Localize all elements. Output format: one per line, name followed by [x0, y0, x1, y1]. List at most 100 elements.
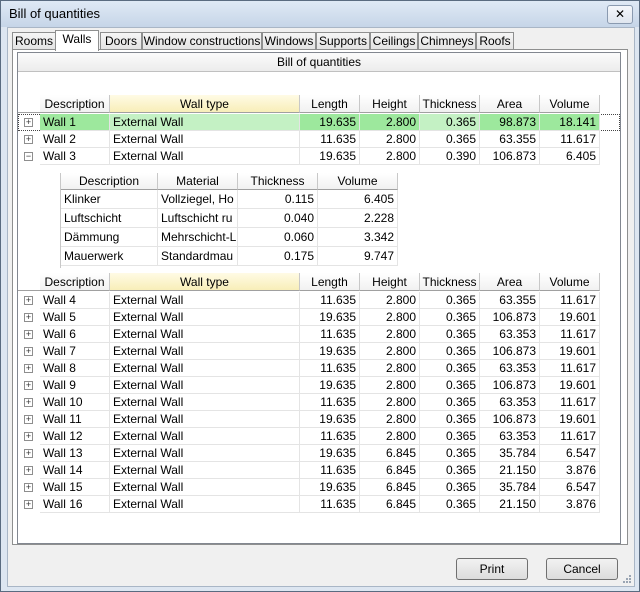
tab-rooms[interactable]: Rooms — [12, 32, 56, 49]
detail-col-volume[interactable]: Volume — [318, 173, 398, 190]
col-wall-type[interactable]: Wall type — [110, 273, 300, 291]
cell-length: 11.635 — [300, 462, 360, 479]
cell-height: 2.800 — [360, 411, 420, 428]
expand-icon[interactable]: + — [24, 364, 33, 373]
expand-icon[interactable]: + — [24, 483, 33, 492]
cell-description: Wall 14 — [40, 462, 110, 479]
table-row[interactable]: + Wall 9 External Wall 19.635 2.800 0.365 106.… — [18, 377, 620, 394]
expand-icon[interactable]: + — [24, 415, 33, 424]
tab-window-constructions[interactable]: Window constructions — [142, 32, 262, 49]
detail-row[interactable]: Luftschicht Luftschicht ru 0.040 2.228 — [61, 209, 401, 228]
cell-description: Wall 12 — [40, 428, 110, 445]
detail-cell-description: Luftschicht — [61, 209, 158, 228]
table-row[interactable]: + Wall 7 External Wall 19.635 2.800 0.365 106.… — [18, 343, 620, 360]
cell-area: 106.873 — [480, 343, 540, 360]
col-thickness[interactable]: Thickness — [420, 95, 480, 113]
dialog-window: Bill of quantities ✕ Rooms Walls Doors W… — [0, 0, 640, 592]
tab-walls[interactable]: Walls — [55, 30, 99, 51]
cell-description: Wall 7 — [40, 343, 110, 360]
cell-wall-type: External Wall — [110, 360, 300, 377]
quantities-grid[interactable]: Bill of quantities Description Wall type… — [17, 52, 621, 544]
cell-description: Wall 9 — [40, 377, 110, 394]
detail-row[interactable]: Mauerwerk Standardmau 0.175 9.747 — [61, 247, 401, 266]
col-description[interactable]: Description — [40, 95, 110, 113]
cell-height: 6.845 — [360, 496, 420, 513]
col-height[interactable]: Height — [360, 95, 420, 113]
table-row[interactable]: + Wall 13 External Wall 19.635 6.845 0.365 35.… — [18, 445, 620, 462]
expand-icon[interactable]: + — [24, 347, 33, 356]
detail-col-description[interactable]: Description — [61, 173, 158, 190]
table-row[interactable]: + Wall 1 External Wall 19.635 2.800 0.365 98.8… — [18, 114, 620, 131]
detail-col-material[interactable]: Material — [158, 173, 238, 190]
tab-windows[interactable]: Windows — [262, 32, 316, 49]
tab-roofs[interactable]: Roofs — [476, 32, 514, 49]
window-title: Bill of quantities — [9, 6, 101, 21]
table-row[interactable]: + Wall 12 External Wall 11.635 2.800 0.365 63.… — [18, 428, 620, 445]
tab-doors[interactable]: Doors — [100, 32, 142, 49]
detail-cell-material: Mehrschicht-L — [158, 228, 238, 247]
expand-icon[interactable]: + — [24, 432, 33, 441]
expand-icon[interactable]: + — [24, 381, 33, 390]
detail-row[interactable]: Klinker Vollziegel, Ho 0.115 6.405 — [61, 190, 401, 209]
cell-area: 21.150 — [480, 496, 540, 513]
expand-icon[interactable]: + — [24, 449, 33, 458]
table-row[interactable]: + Wall 14 External Wall 11.635 6.845 0.365 21.… — [18, 462, 620, 479]
expand-icon[interactable]: + — [24, 135, 33, 144]
col-length[interactable]: Length — [300, 95, 360, 113]
detail-row[interactable]: Dämmung Mehrschicht-L 0.060 3.342 — [61, 228, 401, 247]
cell-height: 2.800 — [360, 114, 420, 131]
table-row[interactable]: + Wall 8 External Wall 11.635 2.800 0.365 63.3… — [18, 360, 620, 377]
resize-grip-icon[interactable] — [622, 574, 632, 584]
tab-supports[interactable]: Supports — [316, 32, 370, 49]
cell-thickness: 0.365 — [420, 131, 480, 148]
detail-grid[interactable]: Description Material Thickness Volume Kl… — [60, 173, 400, 268]
tab-ceilings[interactable]: Ceilings — [370, 32, 418, 49]
col-height[interactable]: Height — [360, 273, 420, 291]
expand-icon[interactable]: + — [24, 466, 33, 475]
col-description[interactable]: Description — [40, 273, 110, 291]
table-row[interactable]: + Wall 15 External Wall 19.635 6.845 0.365 35.… — [18, 479, 620, 496]
table-row[interactable]: + Wall 16 External Wall 11.635 6.845 0.365 21.… — [18, 496, 620, 513]
table-row[interactable]: + Wall 11 External Wall 19.635 2.800 0.365 106… — [18, 411, 620, 428]
expand-icon[interactable]: − — [24, 152, 33, 161]
expand-icon[interactable]: + — [24, 500, 33, 509]
table-row[interactable]: + Wall 5 External Wall 19.635 2.800 0.365 106.… — [18, 309, 620, 326]
expand-icon[interactable]: + — [24, 313, 33, 322]
print-button[interactable]: Print — [456, 558, 528, 580]
expand-icon[interactable]: + — [24, 398, 33, 407]
detail-cell-description: Dämmung — [61, 228, 158, 247]
cell-area: 35.784 — [480, 479, 540, 496]
expand-icon[interactable]: + — [24, 330, 33, 339]
col-area[interactable]: Area — [480, 273, 540, 291]
detail-cell-thickness: 0.060 — [238, 228, 318, 247]
col-length[interactable]: Length — [300, 273, 360, 291]
title-bar[interactable]: Bill of quantities ✕ — [1, 1, 639, 27]
detail-col-thickness[interactable]: Thickness — [238, 173, 318, 190]
expand-icon[interactable]: + — [24, 296, 33, 305]
table-row[interactable]: − Wall 3 External Wall 19.635 2.800 0.390 106.… — [18, 148, 620, 165]
detail-cell-volume: 3.342 — [318, 228, 398, 247]
cell-area: 106.873 — [480, 309, 540, 326]
table-row[interactable]: + Wall 4 External Wall 11.635 2.800 0.365 63.3… — [18, 292, 620, 309]
grid-title: Bill of quantities — [18, 53, 620, 72]
col-wall-type[interactable]: Wall type — [110, 95, 300, 113]
header-spacer — [18, 95, 40, 113]
tab-chimneys[interactable]: Chimneys — [418, 32, 476, 49]
grid-header-top: Description Wall type Length Height Thic… — [18, 95, 620, 113]
grid-header-bottom: Description Wall type Length Height Thic… — [18, 273, 620, 291]
table-row[interactable]: + Wall 2 External Wall 11.635 2.800 0.365 63.3… — [18, 131, 620, 148]
col-volume[interactable]: Volume — [540, 273, 600, 291]
table-row[interactable]: + Wall 6 External Wall 11.635 2.800 0.365 63.3… — [18, 326, 620, 343]
cell-description: Wall 1 — [40, 114, 110, 131]
table-row[interactable]: + Wall 10 External Wall 11.635 2.800 0.365 63.… — [18, 394, 620, 411]
col-thickness[interactable]: Thickness — [420, 273, 480, 291]
cancel-button[interactable]: Cancel — [546, 558, 618, 580]
cell-wall-type: External Wall — [110, 411, 300, 428]
expand-icon[interactable]: + — [24, 118, 33, 127]
close-button[interactable]: ✕ — [607, 5, 633, 24]
col-volume[interactable]: Volume — [540, 95, 600, 113]
col-area[interactable]: Area — [480, 95, 540, 113]
cell-height: 2.800 — [360, 309, 420, 326]
cell-volume: 19.601 — [540, 411, 600, 428]
cell-thickness: 0.365 — [420, 496, 480, 513]
